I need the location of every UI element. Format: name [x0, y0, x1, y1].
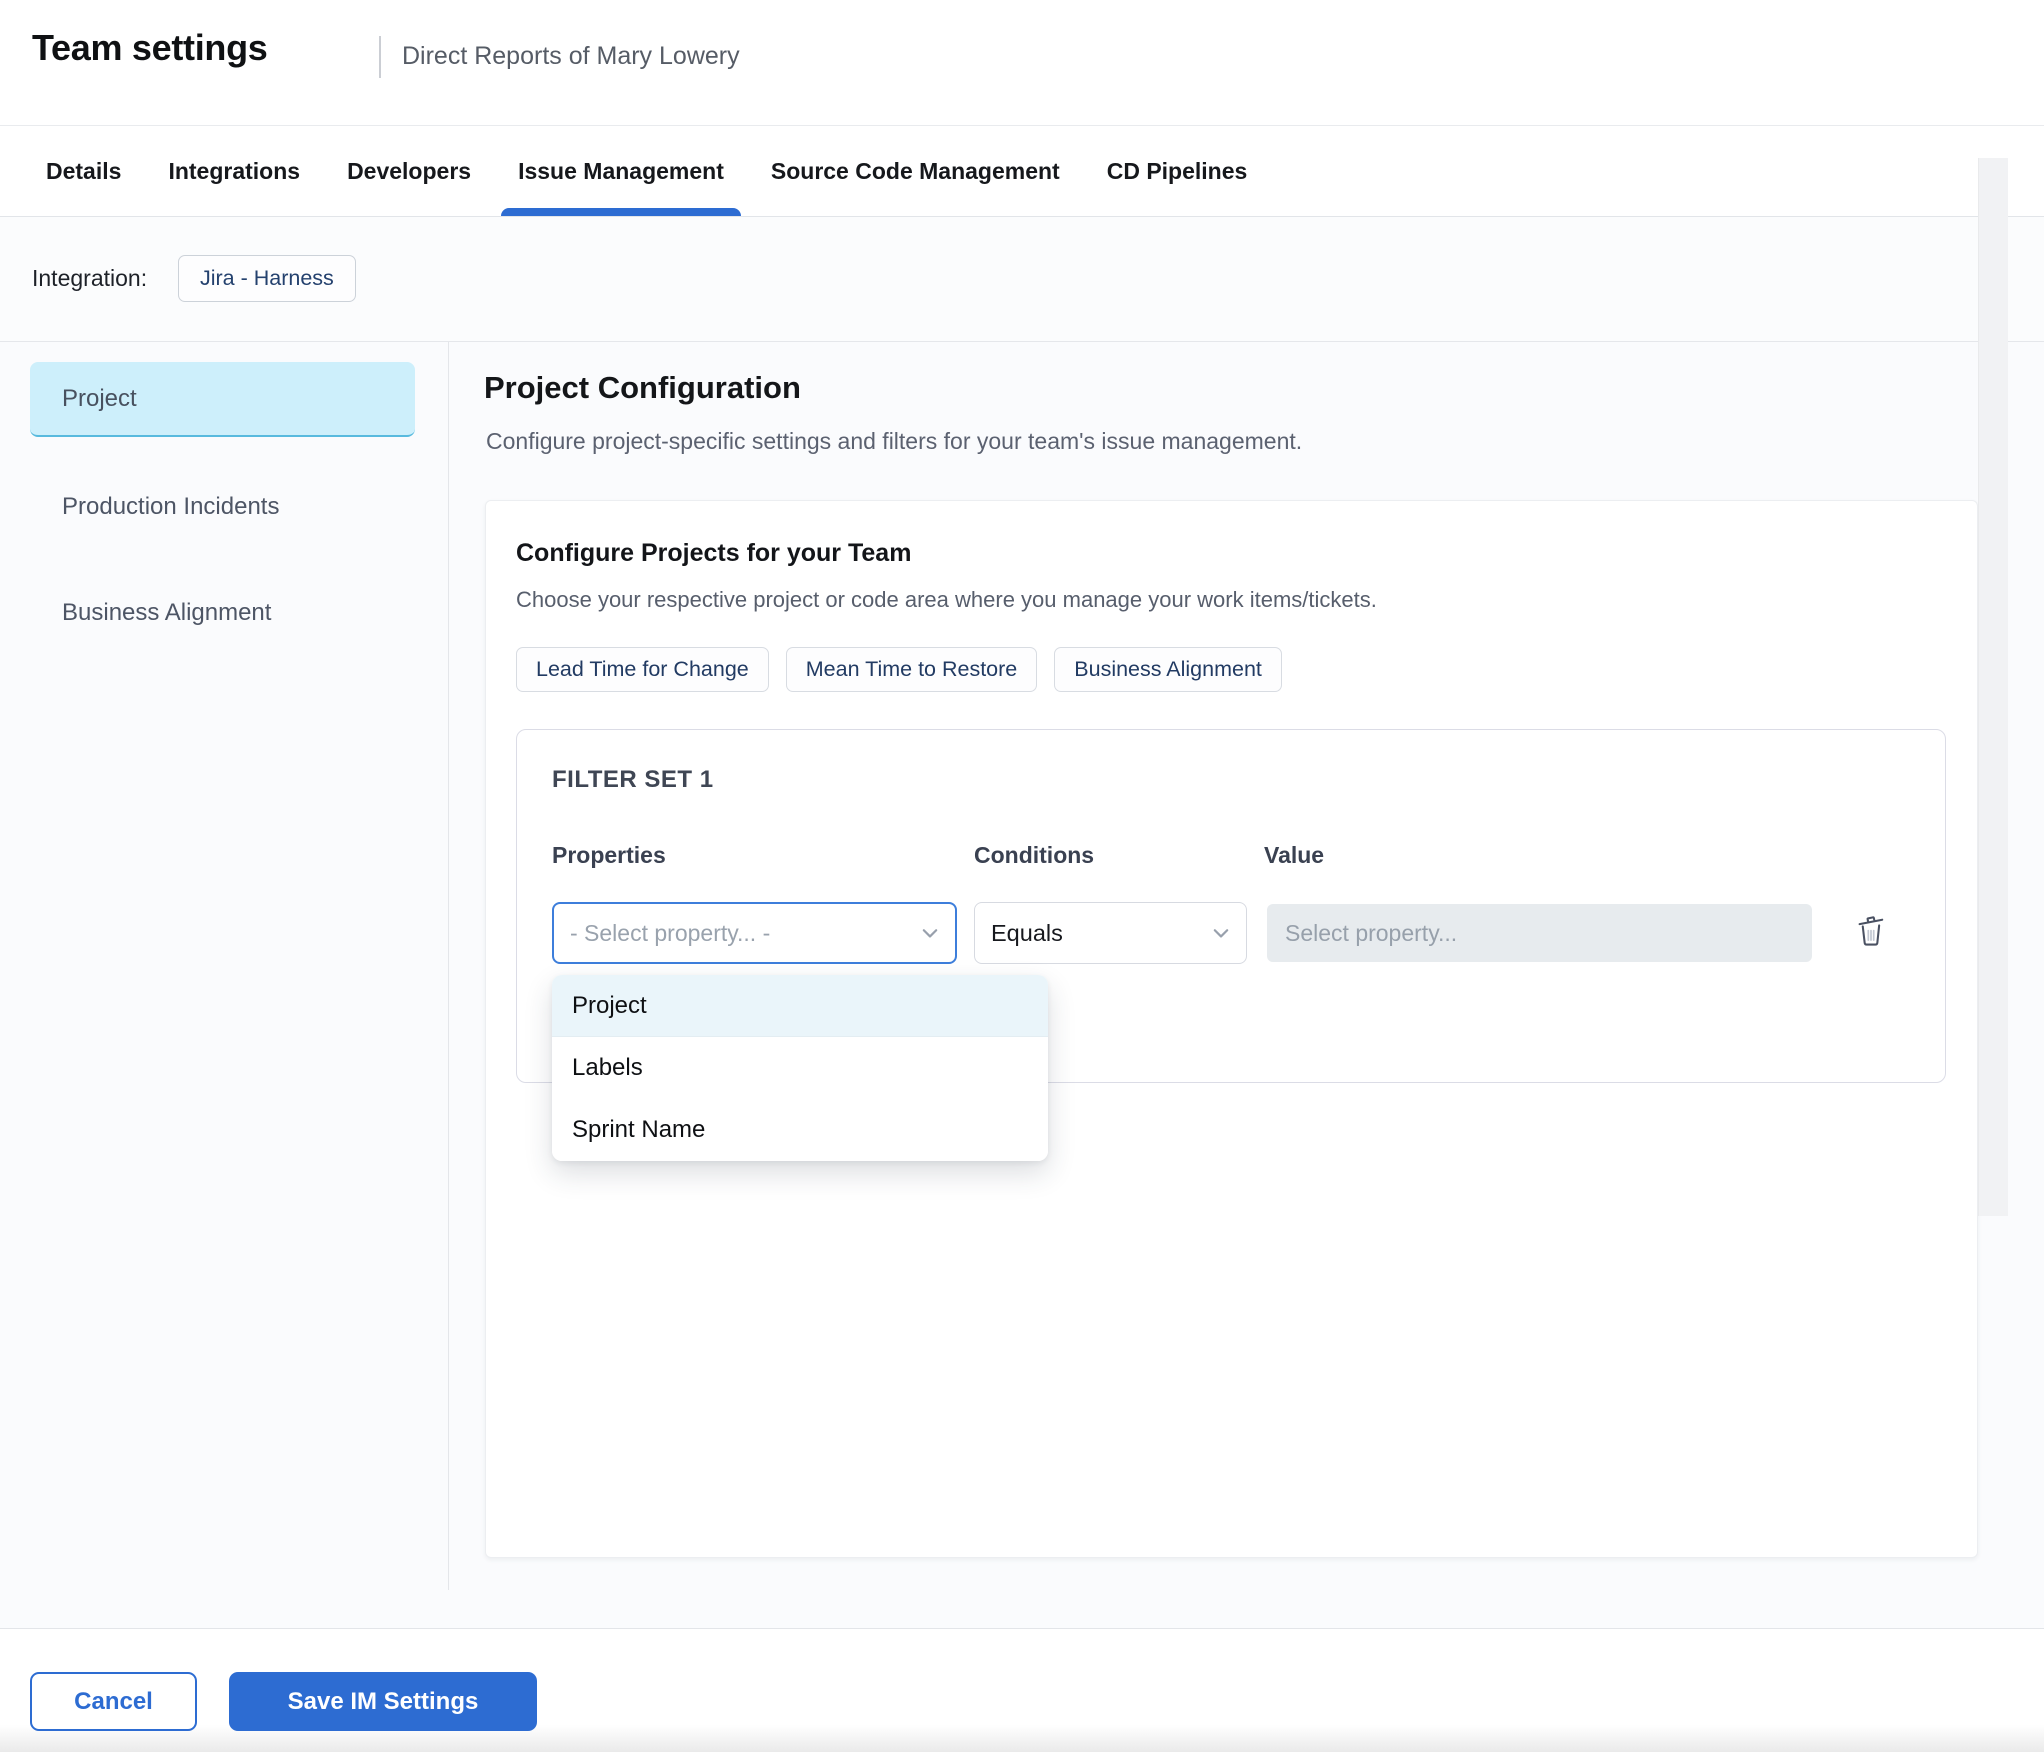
chevron-down-icon	[922, 929, 938, 938]
tab-integrations-label: Integrations	[168, 157, 301, 184]
properties-dropdown-menu: Project Labels Sprint Name	[552, 975, 1048, 1161]
properties-select-value: - Select property... -	[570, 919, 771, 946]
tab-issue-management-label: Issue Management	[518, 157, 724, 184]
metric-chip-row: Lead Time for Change Mean Time to Restor…	[516, 647, 1282, 692]
title-divider	[379, 36, 381, 78]
tab-details-label: Details	[46, 157, 122, 184]
cancel-button[interactable]: Cancel	[30, 1672, 197, 1731]
delete-filter-button[interactable]	[1847, 906, 1895, 954]
value-input[interactable]	[1267, 904, 1812, 962]
sidebar-item-project-label: Project	[62, 384, 137, 412]
trash-icon	[1858, 916, 1884, 946]
section-subtitle: Configure project-specific settings and …	[486, 428, 1303, 454]
page-subtitle: Direct Reports of Mary Lowery	[402, 42, 740, 70]
chip-mean-time-to-restore[interactable]: Mean Time to Restore	[785, 647, 1038, 692]
content-area: Project Production Incidents Business Al…	[0, 342, 2044, 1628]
sidebar-item-production-incidents[interactable]: Production Incidents	[30, 477, 415, 537]
column-label-properties: Properties	[552, 842, 666, 868]
tab-developers[interactable]: Developers	[347, 126, 471, 216]
page-header: Team settings Direct Reports of Mary Low…	[0, 0, 2044, 125]
page-title: Team settings	[32, 27, 268, 68]
tab-cd-pipelines[interactable]: CD Pipelines	[1107, 126, 1248, 216]
integration-row: Integration: Jira - Harness	[0, 217, 2044, 342]
sidebar-divider	[448, 342, 449, 1590]
column-label-value: Value	[1264, 842, 1325, 868]
conditions-select[interactable]: Equals	[974, 902, 1247, 964]
card-title: Configure Projects for your Team	[516, 539, 912, 567]
dropdown-option-labels[interactable]: Labels	[552, 1037, 1048, 1099]
dropdown-option-project[interactable]: Project	[552, 975, 1048, 1037]
chip-lead-time-for-change[interactable]: Lead Time for Change	[516, 647, 769, 692]
scrollbar-track[interactable]	[1978, 158, 2008, 1216]
tab-developers-label: Developers	[347, 157, 472, 184]
integration-label: Integration:	[32, 265, 148, 291]
dropdown-option-sprint-name[interactable]: Sprint Name	[552, 1099, 1048, 1161]
integration-chip[interactable]: Jira - Harness	[178, 255, 356, 302]
column-label-conditions: Conditions	[974, 842, 1095, 868]
sidebar-item-business-alignment[interactable]: Business Alignment	[30, 583, 415, 643]
chip-business-alignment[interactable]: Business Alignment	[1054, 647, 1282, 692]
tab-details[interactable]: Details	[46, 126, 121, 216]
tab-cd-pipelines-label: CD Pipelines	[1106, 157, 1248, 184]
tab-integrations[interactable]: Integrations	[168, 126, 300, 216]
conditions-select-value: Equals	[991, 919, 1063, 946]
sidebar-item-project[interactable]: Project	[30, 362, 415, 437]
properties-select[interactable]: - Select property... -	[552, 902, 957, 964]
tab-source-code-management-label: Source Code Management	[770, 157, 1060, 184]
tab-source-code-management[interactable]: Source Code Management	[771, 126, 1060, 216]
section-title: Project Configuration	[484, 370, 801, 405]
save-im-settings-button[interactable]: Save IM Settings	[229, 1672, 537, 1731]
filter-set-title: FILTER SET 1	[552, 766, 714, 793]
chevron-down-icon	[1213, 929, 1229, 938]
card-subtitle: Choose your respective project or code a…	[516, 587, 1377, 612]
tab-bar: Details Integrations Developers Issue Ma…	[0, 125, 2044, 217]
sidebar-item-business-alignment-label: Business Alignment	[62, 599, 272, 626]
tab-issue-management[interactable]: Issue Management	[501, 126, 741, 216]
sidebar-item-production-incidents-label: Production Incidents	[62, 493, 280, 520]
footer-bar: Cancel Save IM Settings	[0, 1628, 2044, 1752]
active-tab-underline	[501, 208, 741, 216]
